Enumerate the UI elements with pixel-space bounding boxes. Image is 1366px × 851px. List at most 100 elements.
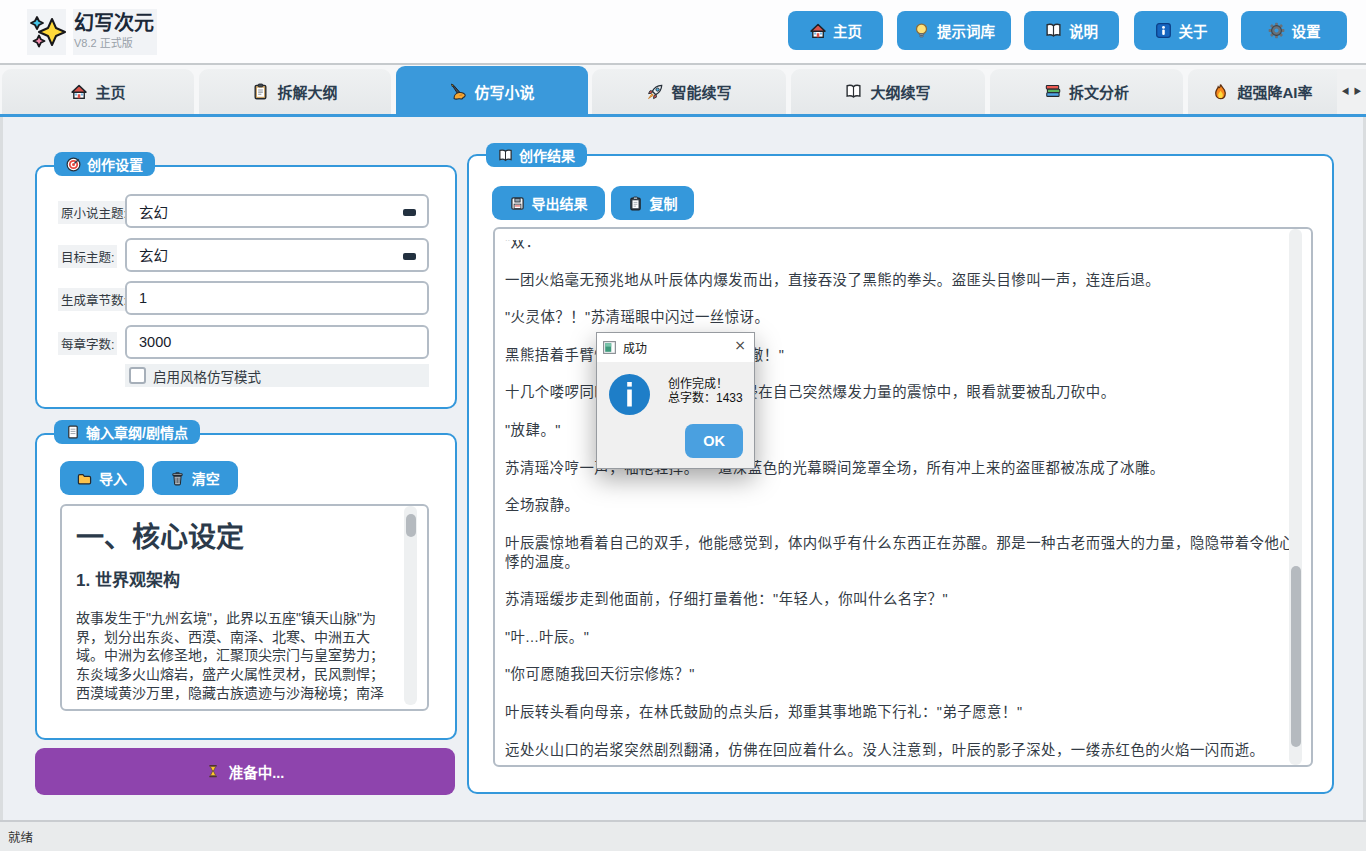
dialog-message-line2: 总字数：1433 xyxy=(668,391,743,405)
tab-outline-parse[interactable]: 拆解大纲 xyxy=(199,69,391,114)
outline-text: 一、核心设定 1. 世界观架构 故事发生于"九州玄境"，此界以五座"镇天山脉"为… xyxy=(62,506,402,702)
chapter-count-label: 生成章节数: xyxy=(58,288,130,311)
tab-imitate-novel-label: 仿写小说 xyxy=(474,81,534,102)
result-paragraph: 一团火焰毫无预兆地从叶辰体内爆发而出，直接吞没了黑熊的拳头。盗匪头目惨叫一声，连… xyxy=(505,271,1295,290)
style-imitation-row: 启用风格仿写模式 xyxy=(125,364,429,387)
target-theme-value: 玄幻 xyxy=(139,244,168,265)
status-bar: 就绪 xyxy=(0,820,1366,851)
result-paragraph: 叶辰转头看向母亲，在林氏鼓励的点头后，郑重其事地跪下行礼："弟子愿意！" xyxy=(505,703,1295,722)
export-result-button-label: 导出结果 xyxy=(532,193,588,213)
tab-scroll-arrows: ◀ ▶ xyxy=(1337,69,1366,114)
result-paragraph: "你可愿随我回天衍宗修炼？" xyxy=(505,665,1295,684)
words-per-chapter-value: 3000 xyxy=(139,334,171,350)
about-button[interactable]: 关于 xyxy=(1134,11,1228,50)
tab-scroll-left-icon[interactable]: ◀ xyxy=(1342,88,1350,96)
house-icon xyxy=(809,22,826,39)
instructions-button[interactable]: 说明 xyxy=(1024,11,1119,50)
generate-button[interactable]: 准备中... xyxy=(35,748,455,795)
clear-button[interactable]: 清空 xyxy=(152,461,239,495)
dialog-title: 成功 xyxy=(623,339,647,356)
app-version: V8.2 正式版 xyxy=(74,36,156,50)
outline-scrollbar-thumb[interactable] xyxy=(406,514,416,537)
window-icon xyxy=(603,341,616,354)
tab-smart-continue[interactable]: 智能续写 xyxy=(592,69,786,114)
outline-scrollbar-track[interactable] xyxy=(404,506,417,705)
tab-text-analysis-label: 拆文分析 xyxy=(1069,81,1129,102)
result-panel-badge: 创作结果 xyxy=(486,143,587,167)
status-text: 就绪 xyxy=(8,827,33,846)
result-paragraph: 苏清瑶缓步走到他面前，仔细打量着他："年轻人，你叫什么名字？" xyxy=(505,590,1295,609)
tab-text-analysis[interactable]: 拆文分析 xyxy=(990,69,1183,114)
hourglass-icon xyxy=(206,764,221,779)
source-theme-value: 玄幻 xyxy=(139,201,168,222)
settings-panel-badge: 创作设置 xyxy=(54,152,155,176)
about-button-label: 关于 xyxy=(1179,20,1208,41)
tab-bar: 主页 拆解大纲 仿写小说 智能续写 大纲续写 拆文分析 超强降AI率 ◀ ▶ xyxy=(0,63,1366,117)
header: 幻写次元 V8.2 正式版 主页 提示词库 说明 关于 设置 xyxy=(0,0,1366,63)
dialog-titlebar[interactable]: 成功 × xyxy=(597,333,754,362)
tab-home-label: 主页 xyxy=(95,81,125,102)
dialog-close-icon[interactable]: × xyxy=(734,337,746,353)
import-button-label: 导入 xyxy=(99,468,127,488)
gear-icon xyxy=(1268,22,1285,39)
tab-smart-continue-label: 智能续写 xyxy=(671,81,731,102)
book-icon xyxy=(1045,22,1062,39)
target-theme-label: 目标主题: xyxy=(58,245,117,268)
result-scrollbar-thumb[interactable] xyxy=(1291,566,1301,747)
chapter-count-value: 1 xyxy=(139,290,147,306)
floppy-icon xyxy=(510,196,525,211)
dialog-ok-button[interactable]: OK xyxy=(685,424,743,458)
open-book-icon xyxy=(498,148,513,163)
target-icon xyxy=(66,157,81,172)
prompt-library-button[interactable]: 提示词库 xyxy=(897,11,1011,50)
source-theme-combobox[interactable]: 玄幻 xyxy=(125,194,429,228)
target-theme-combobox[interactable]: 玄幻 xyxy=(125,238,429,272)
tab-outline-continue-label: 大纲续写 xyxy=(870,81,930,102)
combo-dropdown-icon[interactable] xyxy=(403,209,416,216)
fire-icon xyxy=(1212,83,1229,100)
words-per-chapter-input[interactable]: 3000 xyxy=(125,325,429,359)
app-title: 幻写次元 xyxy=(74,11,156,35)
export-result-button[interactable]: 导出结果 xyxy=(492,186,605,220)
tab-imitate-novel[interactable]: 仿写小说 xyxy=(396,66,588,117)
copy-button-label: 复制 xyxy=(650,193,678,213)
result-scrollbar-track[interactable] xyxy=(1289,229,1302,765)
settings-panel-title: 创作设置 xyxy=(87,154,143,174)
style-imitation-checkbox[interactable] xyxy=(129,367,146,384)
generate-button-label: 准备中... xyxy=(229,761,285,782)
chapter-count-input[interactable]: 1 xyxy=(125,281,429,315)
tab-scroll-right-icon[interactable]: ▶ xyxy=(1354,88,1362,96)
source-theme-label: 原小说主题: xyxy=(58,201,130,224)
copy-button[interactable]: 复制 xyxy=(611,186,694,220)
words-per-chapter-label: 每章字数: xyxy=(58,332,117,355)
style-imitation-label: 启用风格仿写模式 xyxy=(153,366,261,386)
clipboard-icon xyxy=(628,196,643,211)
home-button[interactable]: 主页 xyxy=(788,11,883,50)
result-text: "双： 一团火焰毫无预兆地从叶辰体内爆发而出，直接吞没了黑熊的拳头。盗匪头目惨叫… xyxy=(495,240,1307,764)
instructions-button-label: 说明 xyxy=(1069,20,1098,41)
writing-hand-icon xyxy=(449,83,466,100)
tab-reduce-ai-rate-label: 超强降AI率 xyxy=(1237,81,1312,102)
combo-dropdown-icon[interactable] xyxy=(403,253,416,260)
settings-button[interactable]: 设置 xyxy=(1241,11,1347,50)
result-panel-title: 创作结果 xyxy=(519,145,575,165)
home-button-label: 主页 xyxy=(833,20,862,41)
import-button[interactable]: 导入 xyxy=(60,461,144,495)
tab-reduce-ai-rate[interactable]: 超强降AI率 xyxy=(1188,69,1337,114)
books-icon xyxy=(1044,83,1061,100)
page-icon xyxy=(66,425,80,439)
tab-home[interactable]: 主页 xyxy=(2,69,194,114)
dialog-message: 创作完成！ 总字数：1433 xyxy=(668,377,743,405)
clear-button-label: 清空 xyxy=(192,468,220,488)
result-paragraph: "叶...叶辰。" xyxy=(505,628,1295,647)
result-paragraph: 远处火山口的岩浆突然剧烈翻涌，仿佛在回应着什么。没人注意到，叶辰的影子深处，一缕… xyxy=(505,741,1295,760)
app-logo xyxy=(27,9,66,55)
result-paragraph: "双： xyxy=(505,240,1295,252)
sparkles-icon xyxy=(28,13,66,51)
tab-outline-continue[interactable]: 大纲续写 xyxy=(791,69,985,114)
outline-heading1: 一、核心设定 xyxy=(76,521,244,555)
open-book-icon xyxy=(845,83,862,100)
result-paragraph: 叶辰震惊地看着自己的双手，他能感觉到，体内似乎有什么东西正在苏醒。那是一种古老而… xyxy=(505,534,1295,572)
house-icon xyxy=(70,83,87,100)
content-left-edge xyxy=(0,117,3,820)
